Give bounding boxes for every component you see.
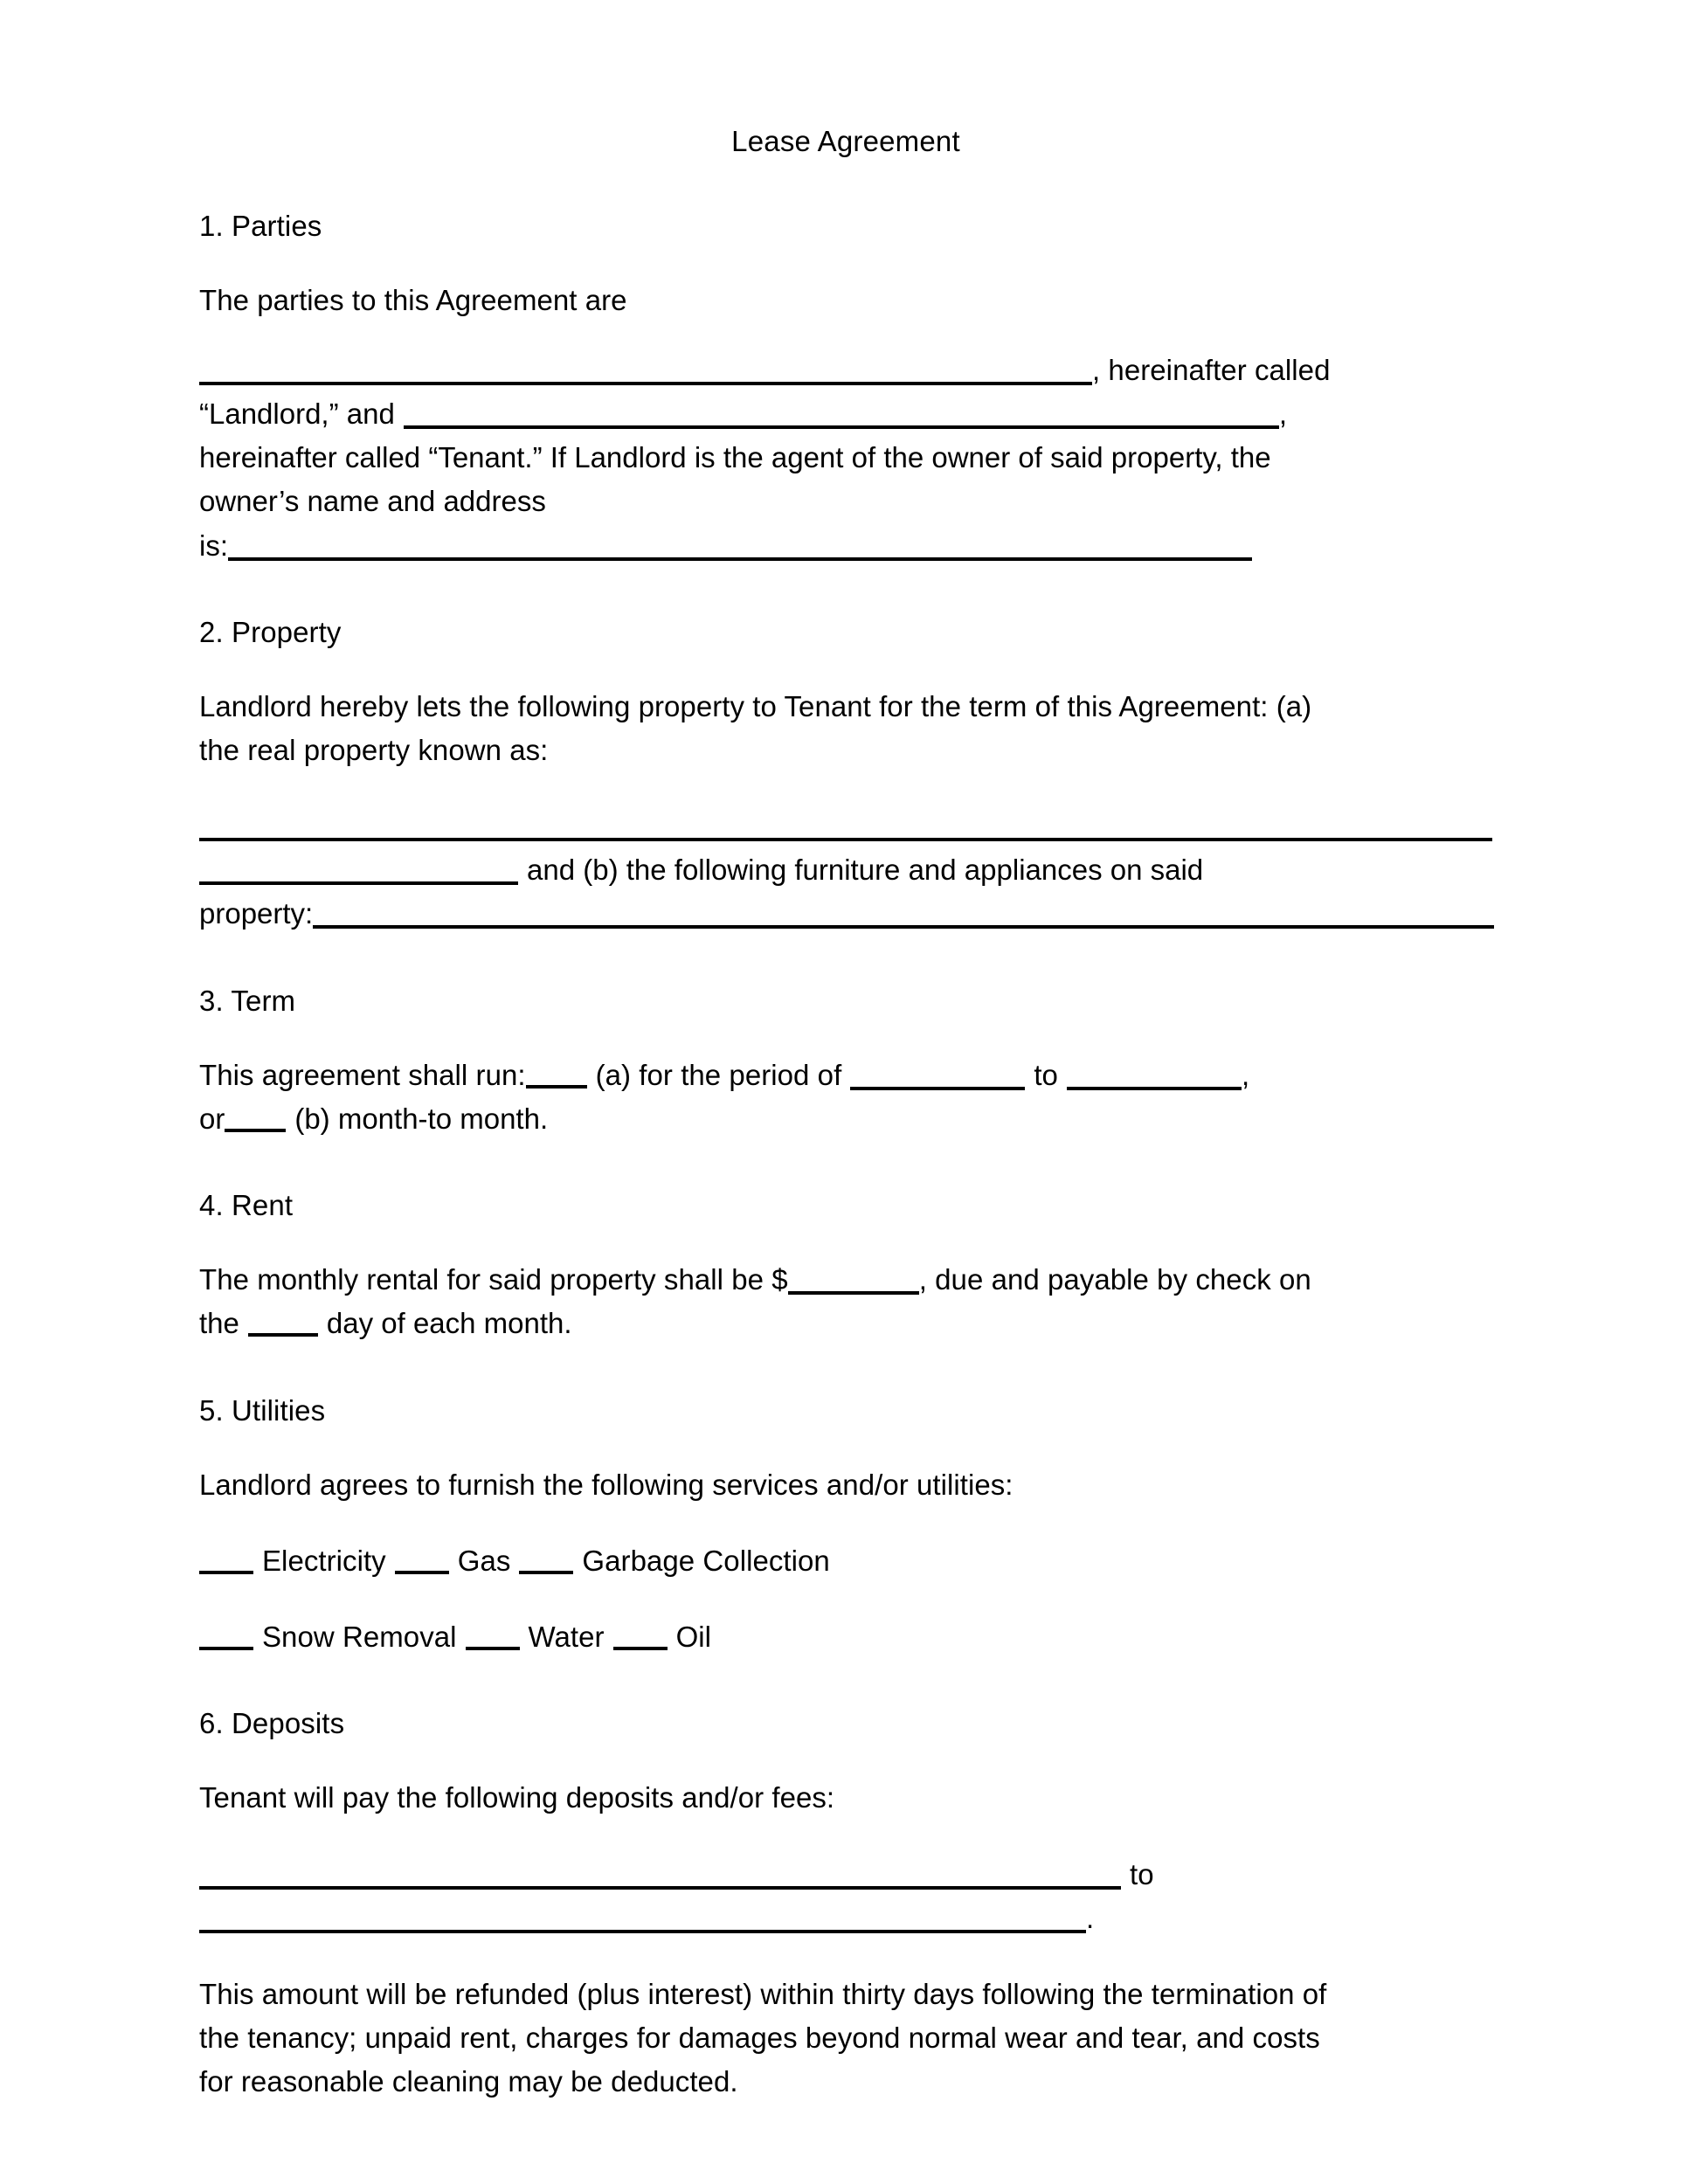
utility-label-snow-removal: Snow Removal bbox=[262, 1621, 457, 1654]
deposit-payee-blank[interactable] bbox=[199, 1909, 1086, 1933]
term-option-a-checkbox-blank[interactable] bbox=[525, 1068, 587, 1089]
deposits-row-2: . bbox=[199, 1897, 1492, 1940]
term-line-1: This agreement shall run: (a) for the per… bbox=[199, 1021, 1492, 1097]
document-page: Lease Agreement 1. Parties The parties t… bbox=[0, 0, 1688, 2184]
hereinafter-called-text-1: , hereinafter called bbox=[1092, 353, 1331, 386]
deposits-refund-paragraph: This amount will be refunded (plus inter… bbox=[199, 1940, 1492, 2104]
term-period-end-blank[interactable] bbox=[1066, 1066, 1242, 1090]
section-heading-parties: 1. Parties bbox=[199, 209, 322, 242]
term-or-word: or bbox=[199, 1102, 225, 1135]
page-title: Lease Agreement bbox=[731, 125, 960, 157]
furniture-blank[interactable] bbox=[199, 860, 518, 886]
term-option-b-label: (b) month-to month. bbox=[294, 1102, 549, 1135]
rent-line-2: the day of each month. bbox=[199, 1302, 1492, 1345]
tenant-name-blank[interactable] bbox=[403, 404, 1279, 430]
rent-day-prefix: the bbox=[199, 1307, 239, 1340]
term-to-word: to bbox=[1034, 1058, 1058, 1091]
term-comma: , bbox=[1241, 1058, 1250, 1091]
landlord-name-row: , hereinafter called bbox=[199, 322, 1492, 392]
utility-label-oil: Oil bbox=[675, 1621, 712, 1654]
deposits-row-1: to bbox=[199, 1821, 1492, 1897]
utilities-row-2: Snow Removal Water Oil bbox=[199, 1583, 1492, 1659]
section-heading-property: 2. Property bbox=[199, 615, 342, 648]
utility-label-water: Water bbox=[528, 1621, 605, 1654]
utility-garbage-collection-blank[interactable] bbox=[519, 1553, 574, 1574]
document-body: Lease Agreement 1. Parties The parties t… bbox=[199, 0, 1495, 2104]
owner-name-address-blank[interactable] bbox=[228, 536, 1252, 561]
utilities-row-1: Electricity Gas Garbage Collection bbox=[199, 1507, 1492, 1583]
deposit-description-blank[interactable] bbox=[199, 1865, 1121, 1890]
utility-label-garbage-collection: Garbage Collection bbox=[582, 1544, 830, 1577]
refund-line-3: for reasonable cleaning may be deducted. bbox=[199, 2065, 738, 2098]
utility-oil-blank[interactable] bbox=[612, 1629, 668, 1651]
property-items-blank[interactable] bbox=[313, 904, 1495, 930]
rent-amount-prefix: The monthly rental for said property sha… bbox=[199, 1263, 788, 1296]
refund-line-2: the tenancy; unpaid rent, charges for da… bbox=[199, 2022, 1320, 2055]
property-paragraph-line-2: the real property known as: bbox=[199, 734, 549, 767]
utility-electricity-blank[interactable] bbox=[199, 1553, 253, 1574]
property-paragraph: Landlord hereby lets the following prope… bbox=[199, 653, 1492, 772]
section-heading-rent: 4. Rent bbox=[199, 1189, 294, 1222]
refund-line-1: This amount will be refunded (plus inter… bbox=[199, 1977, 1327, 2010]
rent-amount-blank[interactable] bbox=[787, 1270, 919, 1296]
rent-day-blank[interactable] bbox=[247, 1316, 318, 1337]
deposits-to-word: to bbox=[1130, 1857, 1154, 1890]
utility-label-electricity: Electricity bbox=[262, 1544, 386, 1577]
term-line-2: or (b) month-to month. bbox=[199, 1097, 1492, 1141]
real-property-blank-row bbox=[199, 772, 1492, 848]
property-items-row: property: bbox=[199, 892, 1495, 936]
tenant-row-comma: , bbox=[1278, 397, 1287, 431]
parties-intro: The parties to this Agreement are bbox=[199, 283, 627, 316]
utility-label-gas: Gas bbox=[457, 1544, 511, 1577]
section-heading-term: 3. Term bbox=[199, 984, 296, 1017]
term-option-a-label: (a) for the period of bbox=[595, 1058, 842, 1091]
term-period-start-blank[interactable] bbox=[850, 1066, 1026, 1090]
utility-snow-removal-blank[interactable] bbox=[199, 1629, 253, 1651]
section-heading-deposits: 6. Deposits bbox=[199, 1707, 345, 1740]
owner-is-row: is: bbox=[199, 524, 1492, 568]
section-heading-utilities: 5. Utilities bbox=[199, 1393, 326, 1427]
furniture-text: and (b) the following furniture and appl… bbox=[527, 854, 1204, 887]
real-property-blank[interactable] bbox=[199, 817, 1492, 842]
landlord-name-blank[interactable] bbox=[199, 361, 1092, 385]
rent-amount-suffix: , due and payable by check on bbox=[918, 1263, 1311, 1296]
owner-is-label: is: bbox=[199, 529, 228, 562]
tenant-name-row: “Landlord,” and, bbox=[199, 392, 1492, 436]
tenant-sentence: hereinafter called “Tenant.” If Landlord… bbox=[199, 441, 1271, 474]
rent-day-suffix: day of each month. bbox=[326, 1307, 572, 1340]
property-label: property: bbox=[199, 897, 314, 930]
owner-name-address-line: owner’s name and address bbox=[199, 485, 546, 518]
utilities-intro: Landlord agrees to furnish the following… bbox=[199, 1468, 1013, 1501]
rent-line-1: The monthly rental for said property sha… bbox=[199, 1226, 1492, 1302]
term-run-prefix: This agreement shall run: bbox=[199, 1058, 526, 1091]
utility-gas-blank[interactable] bbox=[394, 1553, 449, 1574]
landlord-label: “Landlord,” and bbox=[199, 397, 395, 431]
utility-water-blank[interactable] bbox=[465, 1629, 520, 1651]
deposits-period: . bbox=[1086, 1901, 1095, 1934]
furniture-blank-row: and (b) the following furniture and appl… bbox=[199, 848, 1492, 892]
property-paragraph-line-1: Landlord hereby lets the following prope… bbox=[199, 689, 1312, 722]
deposits-intro: Tenant will pay the following deposits a… bbox=[199, 1781, 835, 1814]
term-option-b-checkbox-blank[interactable] bbox=[225, 1111, 287, 1132]
